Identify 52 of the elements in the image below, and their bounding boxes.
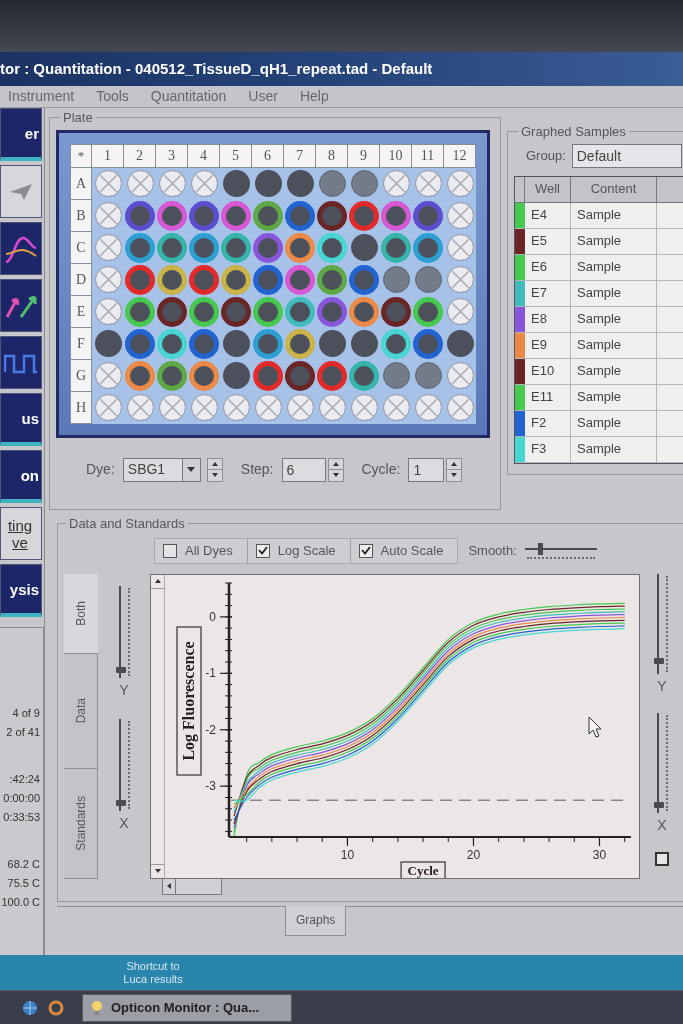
table-cell: Sample [571,202,657,228]
axis-tick-label: 10 [340,847,355,862]
group-label: Plate [62,109,94,127]
slider-label: X [119,815,129,830]
table-cell: E11 [525,384,571,410]
table-cell: E8 [525,306,571,332]
table-cell: F3 [525,436,571,462]
table-cell: Sample [571,358,657,384]
axis-tick-label: -2 [205,722,216,737]
table-cell: Sample [571,306,657,332]
table-cell: Sample [571,228,657,254]
axis-tick-label: -3 [205,778,216,793]
status-value: 0:33:53 [3,810,40,825]
status-value: 68.2 C [7,857,40,872]
field-label: Group: [526,146,566,165]
table-cell: E4 [525,202,571,228]
slider-label: Y [119,682,129,697]
status-value: 75.5 C [7,876,40,891]
field-label: Dye: [86,460,115,479]
status-value: :42:24 [9,772,40,787]
table-cell: F2 [525,410,571,436]
group-label: Graphed Samples [520,123,627,141]
axis-tick-label: 0 [209,609,216,624]
status-value: 100.0 C [1,895,40,910]
slider-label: Y [657,678,667,693]
status-value: 0:00:00 [3,791,40,806]
field-label: Cycle: [361,460,401,479]
table-cell: E7 [525,280,571,306]
axis-tick-label: 20 [466,847,481,862]
x-axis-title: Cycle [400,860,446,878]
group-label: Data and Standards [68,515,186,533]
y-axis-title: Log Fluorescence [176,625,202,776]
table-cell: E5 [525,228,571,254]
table-cell: Sample [571,254,657,280]
x-axis-title: Cycle [407,862,439,878]
table-cell: E10 [525,358,571,384]
slider-label: X [657,817,667,832]
table-cell: Sample [571,384,657,410]
axis-tick-label: -1 [205,665,216,680]
y-axis-title: Log Fluorescence [180,640,198,761]
axis-tick-label: 30 [592,847,607,862]
status-value: 2 of 41 [6,725,40,740]
window-title: tor : Quantitation - 040512_TissueD_qH1_repeat.tad - Default [0,58,433,79]
slider-label: Smooth: [468,541,517,560]
field-label: Step: [240,460,274,479]
table-cell: Sample [571,280,657,306]
table-cell: E6 [525,254,571,280]
status-value: 4 of 9 [12,706,40,721]
table-cell: E9 [525,332,571,358]
table-cell: Sample [571,410,657,436]
table-cell: Sample [571,436,657,462]
table-cell: Sample [571,332,657,358]
